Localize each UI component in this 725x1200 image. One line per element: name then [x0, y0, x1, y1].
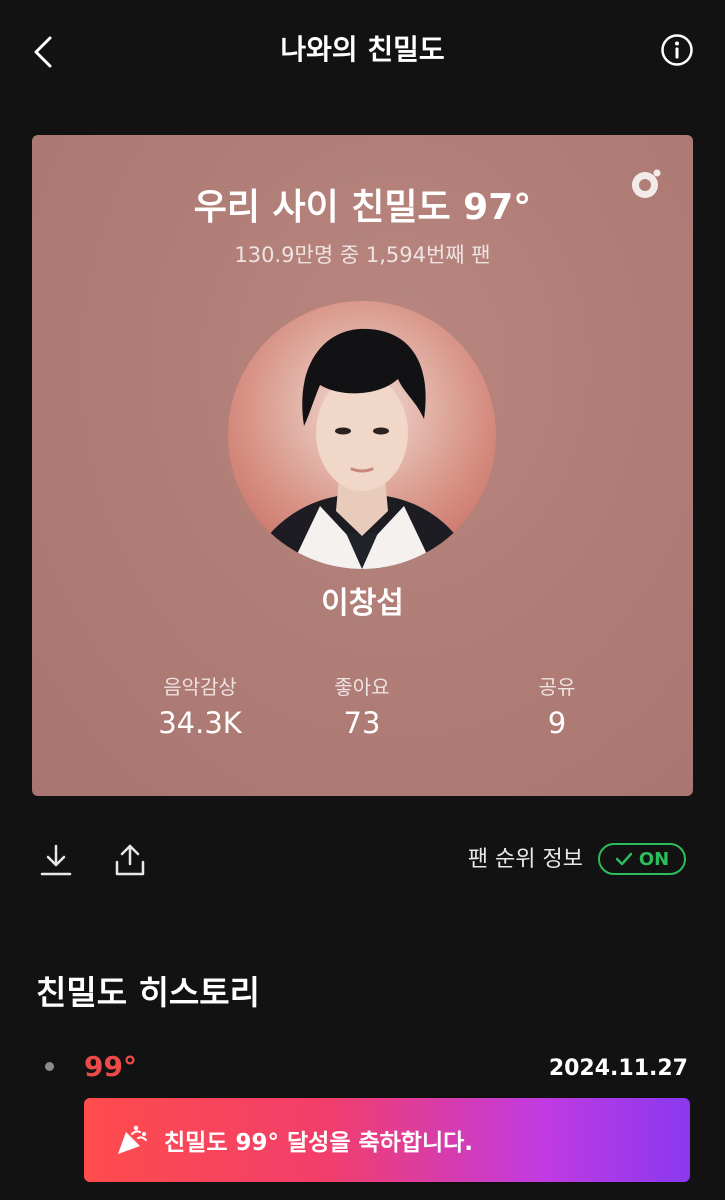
page-title: 나와의 친밀도: [280, 33, 445, 66]
intimacy-card: 우리 사이 친밀도 97° 130.9만명 중 1,594번째 팬 이창섭 음악…: [32, 135, 693, 796]
party-popper-icon: [118, 1125, 147, 1154]
achievement-banner: 친밀도 99° 달성을 축하합니다.: [84, 1098, 690, 1182]
history-section-title: 친밀도 히스토리: [36, 973, 261, 1012]
check-icon: [615, 852, 633, 866]
stat-value: 73: [343, 706, 381, 740]
stat-likes: 좋아요 73: [262, 673, 462, 743]
info-circle-icon: [661, 34, 693, 66]
fan-rank-toggle[interactable]: ON: [598, 843, 686, 875]
artist-avatar: [228, 301, 496, 569]
stat-value: 9: [547, 706, 567, 740]
info-button[interactable]: [660, 33, 694, 67]
intimacy-score-title: 우리 사이 친밀도 97°: [193, 187, 532, 228]
achievement-message: 친밀도 99° 달성을 축하합니다.: [164, 1130, 474, 1156]
top-bar: 나와의 친밀도: [0, 0, 725, 100]
stat-label: 좋아요: [334, 675, 390, 699]
download-button[interactable]: [38, 842, 74, 878]
stat-label: 공유: [538, 675, 576, 699]
history-temperature: 99°: [84, 1050, 137, 1083]
artist-name: 이창섭: [321, 586, 404, 621]
toggle-label: ON: [638, 848, 670, 870]
fan-rank-info-label: 팬 순위 정보: [467, 847, 583, 872]
stat-shares: 공유 9: [457, 673, 657, 743]
history-date: 2024.11.27: [548, 1056, 688, 1081]
download-icon: [40, 844, 72, 876]
timeline-dot: [45, 1062, 54, 1071]
fan-rank-subtitle: 130.9만명 중 1,594번째 팬: [234, 243, 491, 267]
share-icon: [115, 844, 145, 876]
share-button[interactable]: [112, 842, 148, 878]
